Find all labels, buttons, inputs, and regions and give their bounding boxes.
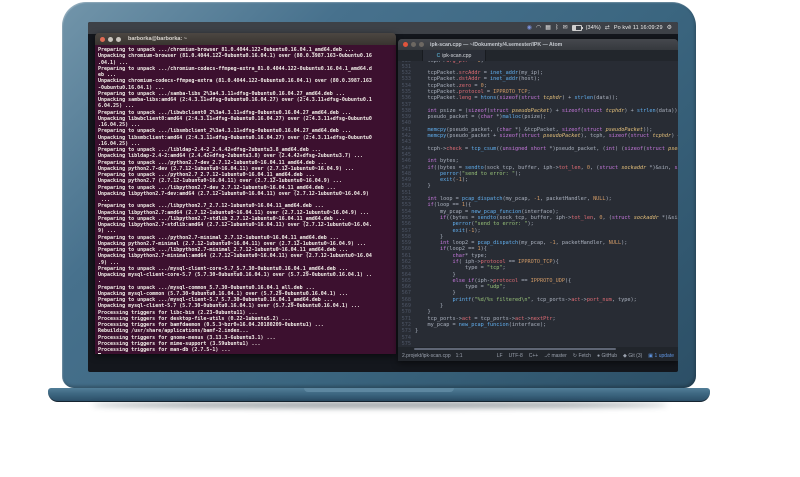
terminal-prompt-line [98, 353, 396, 354]
status-item-master[interactable]: ⎇ master [544, 353, 567, 359]
status-item-label: LF [496, 353, 503, 359]
terminal-title: barborka@barborka: ~ [128, 36, 188, 42]
terminal-line: Unpacking libldap-2.4-2:amd64 (2.4.42+df… [98, 153, 363, 160]
close-button[interactable] [100, 36, 105, 42]
laptop-screen: ◉ ◠ ▦ ᛒ ✉ (34%) ⇄ Po kvě 11 16:09:29 ⚙ b… [88, 22, 678, 372]
status-item-1-update[interactable]: ▣ 1 update [648, 353, 674, 359]
status-item-git-3-[interactable]: ◆ Git (3) [623, 353, 642, 359]
wifi-icon[interactable]: ◠ [536, 25, 541, 31]
atom-window: ipk-scan.cpp — ~/Dokumenty/4.semester/IP… [398, 39, 678, 361]
terminal-line: Unpacking libsmbclient:amd64 (2:4.3.11+d… [98, 134, 372, 141]
terminal-line: Unpacking libpython2.7:amd64 (2.7.12-1ub… [98, 209, 369, 216]
terminal-line: Preparing to unpack .../chromium-codecs-… [98, 65, 372, 72]
status-item-label: GitHub [601, 353, 618, 359]
maximize-button[interactable] [419, 42, 424, 47]
status-item-label: Fetch [578, 353, 591, 359]
status-file-path: 2.projekt/ipk-scan.cpp [402, 353, 451, 359]
github-icon: ● [596, 353, 600, 359]
minimize-button[interactable] [108, 36, 113, 42]
close-button[interactable] [403, 42, 408, 47]
status-item-label: master [551, 353, 567, 359]
status-item-fetch[interactable]: ↻ Fetch [573, 353, 591, 359]
terminal-line: Unpacking mysql-client-core-5.7 (5.7.30-… [98, 272, 372, 278]
terminal-line: Unpacking libpython2.7-dev:amd64 (2.7.12… [98, 190, 369, 197]
tab-bar: C ipk-scan.cpp [398, 50, 678, 61]
c-file-icon: C [436, 52, 441, 59]
scrollbar-thumb[interactable] [414, 348, 616, 350]
status-item-utf-8[interactable]: UTF-8 [509, 353, 523, 359]
git-icon: ◆ [623, 353, 627, 359]
keyboard-layout-icon[interactable]: ▦ [545, 25, 551, 31]
tab-ipk-scan-cpp[interactable]: C ipk-scan.cpp [422, 50, 486, 61]
terminal-window: barborka@barborka: ~ Preparing to unpack… [95, 33, 396, 354]
terminal-cursor [98, 353, 101, 354]
minimize-button[interactable] [411, 42, 416, 47]
battery-percentage[interactable]: (34%) [586, 25, 601, 31]
status-item-lf[interactable]: LF [497, 353, 503, 359]
clock[interactable]: Po kvě 11 16:09:29 [614, 25, 663, 31]
battery-icon[interactable] [571, 25, 583, 31]
tab-label: ipk-scan.cpp [442, 52, 472, 59]
terminal-line: Unpacking chromium-codecs-ffmpeg-extra (… [98, 78, 372, 85]
terminal-line: Unpacking chromium-browser (81.0.4044.12… [98, 53, 372, 60]
status-item-label: UTF-8 [508, 353, 523, 359]
terminal-line: Unpacking libpython2.7-stdlib:amd64 (2.7… [98, 222, 372, 228]
status-bar: 2.projekt/ipk-scan.cpp 1:1 LF UTF-8 C++ ⎇ ma… [398, 351, 678, 361]
laptop-mockup: ◉ ◠ ▦ ᛒ ✉ (34%) ⇄ Po kvě 11 16:09:29 ⚙ b… [0, 0, 800, 477]
fetch-icon: ↻ [572, 353, 577, 359]
laptop-base [48, 388, 710, 402]
branch-icon: ⎇ [544, 353, 550, 359]
status-item-c-[interactable]: C++ [529, 353, 538, 359]
terminal-line: Unpacking libpython2.7-minimal:amd64 (2.… [98, 253, 372, 260]
horizontal-scrollbar[interactable] [398, 347, 678, 351]
app-indicator-icon[interactable]: ◉ [527, 25, 532, 31]
code-editor[interactable]: 530 tcph->urg_ptr = 0;531532 tcpPacket.s… [398, 61, 678, 347]
status-right-group: LF UTF-8 C++ ⎇ master ↻ Fetch ● GitHub ◆ Git (3) ▣ 1… [497, 353, 674, 359]
mail-icon[interactable]: ✉ [563, 25, 568, 31]
terminal-line: Unpacking mysql-client-5.7 (5.7.30-0ubun… [98, 303, 360, 310]
status-item-github[interactable]: ● GitHub [597, 353, 617, 359]
terminal-line: Unpacking libwbclient0:amd64 (2:4.3.11+d… [98, 115, 372, 122]
atom-window-title: ipk-scan.cpp — ~/Dokumenty/4.semester/IP… [430, 41, 563, 48]
terminal-line: Unpacking samba-libs:amd64 (2:4.3.11+dfs… [98, 97, 372, 103]
update-icon: ▣ [648, 353, 654, 359]
status-item-label: Git (3) [628, 353, 643, 359]
battery-level [572, 26, 576, 30]
bluetooth-icon[interactable]: ᛒ [555, 25, 559, 31]
status-item-label: 1 update [654, 353, 674, 359]
sync-arrows-icon[interactable]: ⇄ [605, 25, 610, 31]
laptop-base-notch [304, 388, 454, 392]
maximize-button[interactable] [116, 36, 121, 42]
status-cursor-position[interactable]: 1:1 [456, 353, 463, 359]
atom-titlebar[interactable]: ipk-scan.cpp — ~/Dokumenty/4.semester/IP… [398, 39, 678, 50]
terminal-titlebar[interactable]: barborka@barborka: ~ [95, 33, 396, 45]
gear-icon[interactable]: ⚙ [667, 25, 672, 31]
terminal-output[interactable]: Preparing to unpack .../chromium-browser… [95, 45, 396, 354]
laptop-shadow [92, 402, 668, 408]
status-item-label: C++ [528, 353, 539, 359]
